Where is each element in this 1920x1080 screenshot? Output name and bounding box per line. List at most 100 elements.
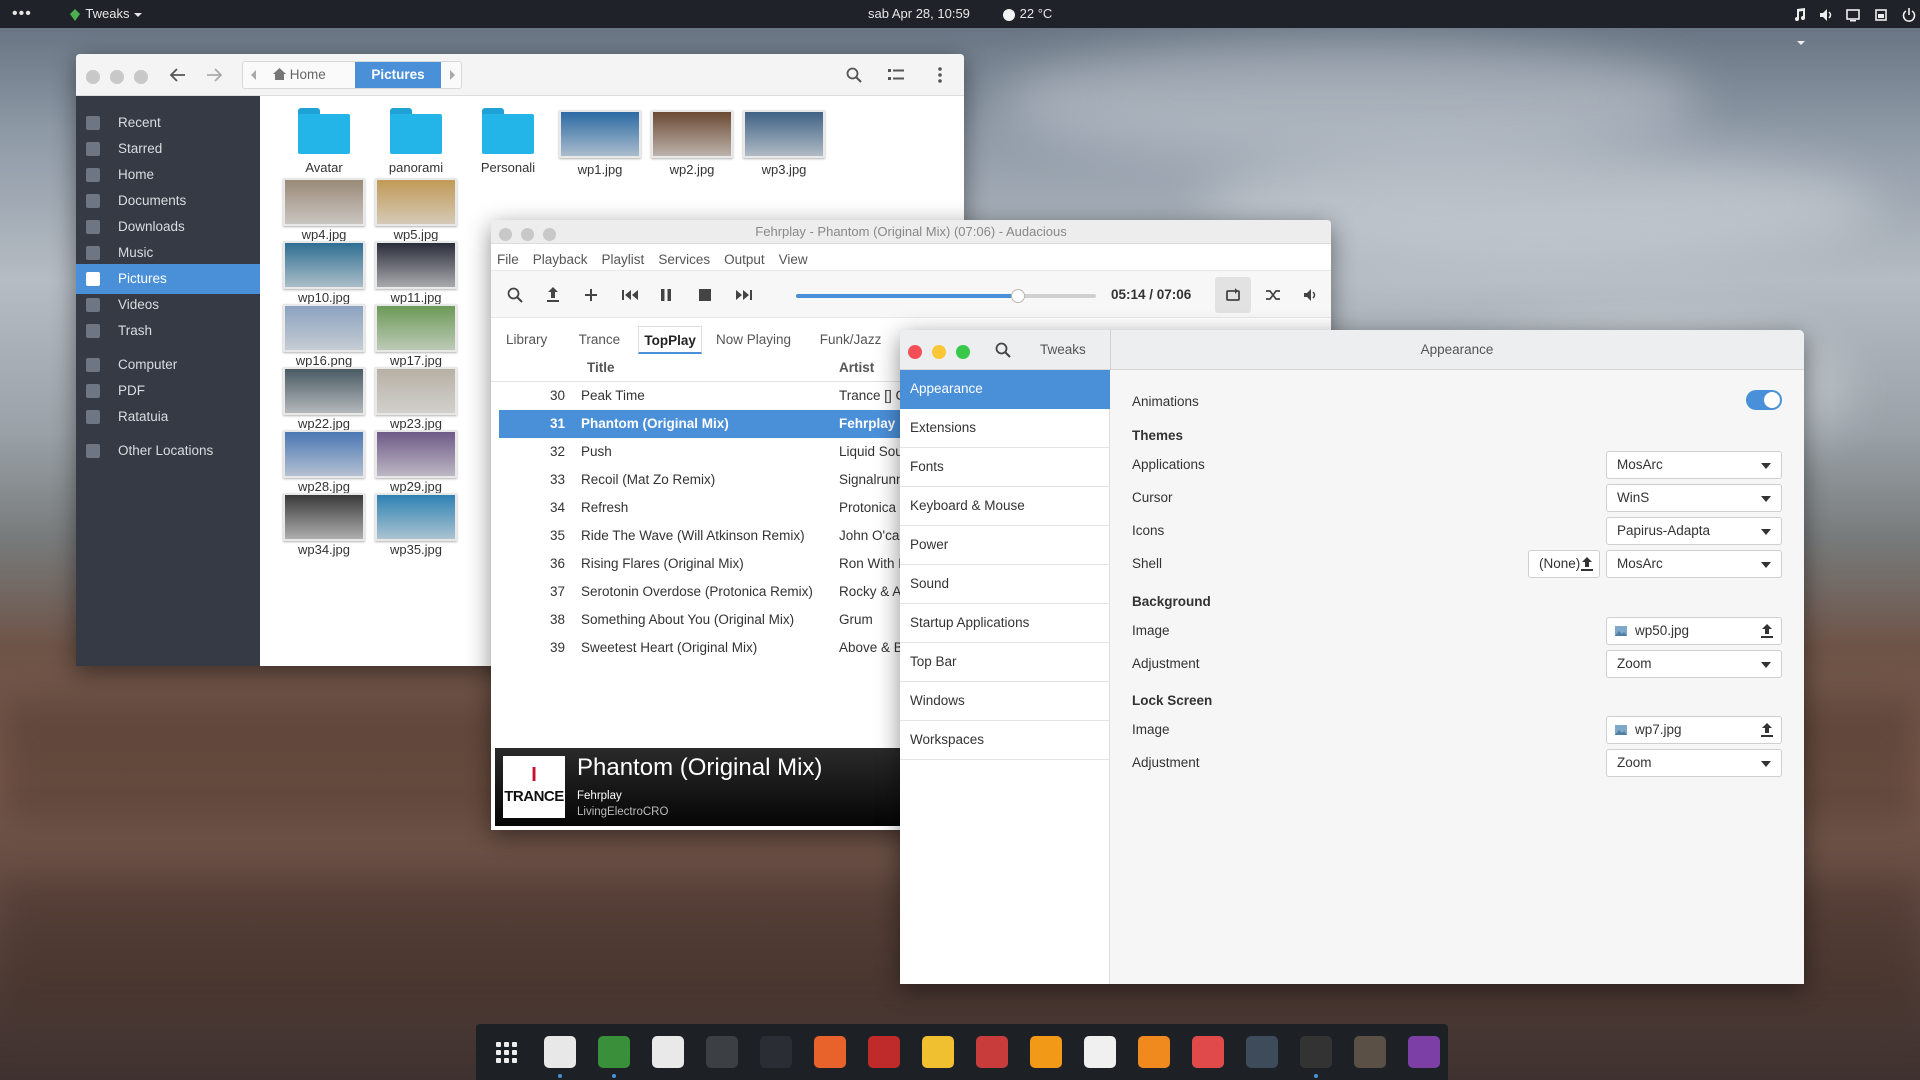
volume-icon[interactable]	[1303, 288, 1319, 302]
search-icon[interactable]	[507, 287, 523, 303]
image-item[interactable]: wp22.jpg	[274, 367, 374, 431]
clock[interactable]: sab Apr 28, 10:59	[868, 0, 970, 28]
image-item[interactable]: wp16.png	[274, 304, 374, 368]
maximize-button[interactable]	[133, 70, 148, 85]
sysmon-icon[interactable]	[706, 1036, 738, 1068]
playlist-row[interactable]: 31 Phantom (Original Mix) Fehrplay	[499, 410, 931, 438]
shell-combo[interactable]: MosArc	[1606, 550, 1782, 578]
image-item[interactable]: wp11.jpg	[366, 241, 466, 305]
tab-library[interactable]: Library	[501, 326, 552, 354]
activities-button[interactable]: •••	[12, 0, 32, 28]
sidebar-item-workspaces[interactable]: Workspaces	[900, 721, 1110, 760]
open-file-icon[interactable]	[545, 286, 561, 304]
gimp-icon[interactable]	[1354, 1036, 1386, 1068]
column-title[interactable]: Title	[587, 354, 615, 382]
filezilla-icon[interactable]	[868, 1036, 900, 1068]
seek-bar[interactable]	[796, 289, 1096, 303]
menu-view[interactable]: View	[779, 252, 808, 267]
sidebar-item-sound[interactable]: Sound	[900, 565, 1110, 604]
playlist-row[interactable]: 34 Refresh Protonica	[499, 494, 931, 522]
background-adjustment-combo[interactable]: Zoom	[1606, 650, 1782, 678]
playlist-row[interactable]: 35 Ride The Wave (Will Atkinson Remix) Joh…	[499, 522, 931, 550]
folder-item[interactable]: Avatar	[274, 108, 374, 175]
weather[interactable]: 22 °C	[1002, 0, 1052, 28]
sidebar-item-fonts[interactable]: Fonts	[900, 448, 1110, 487]
amazon-icon[interactable]	[1300, 1036, 1332, 1078]
breadcrumb-right-icon[interactable]	[450, 70, 455, 80]
cursor-combo[interactable]: WinS	[1606, 484, 1782, 512]
tweaks-icon[interactable]	[598, 1036, 630, 1078]
files-icon[interactable]	[544, 1036, 576, 1078]
image-item[interactable]: wp28.jpg	[274, 430, 374, 494]
video-player-icon[interactable]	[1408, 1036, 1440, 1068]
sidebar-item-trash[interactable]: Trash	[76, 316, 260, 346]
text-editor-icon[interactable]	[1084, 1036, 1116, 1068]
animations-switch[interactable]	[1746, 390, 1782, 410]
image-item[interactable]: wp5.jpg	[366, 178, 466, 242]
home-app-icon[interactable]	[1138, 1036, 1170, 1068]
repeat-button[interactable]	[1215, 277, 1251, 313]
maximize-button[interactable]	[955, 345, 970, 360]
menu-services[interactable]: Services	[658, 252, 710, 267]
column-artist[interactable]: Artist	[839, 354, 874, 382]
image-item[interactable]: wp29.jpg	[366, 430, 466, 494]
add-icon[interactable]	[583, 287, 599, 303]
image-item[interactable]: wp4.jpg	[274, 178, 374, 242]
menu-output[interactable]: Output	[724, 252, 765, 267]
close-button[interactable]	[86, 70, 100, 85]
image-item[interactable]: wp3.jpg	[734, 108, 834, 177]
menu-playback[interactable]: Playback	[533, 252, 588, 267]
pause-icon[interactable]	[659, 288, 673, 302]
playlist-row[interactable]: 36 Rising Flares (Original Mix) Ron With L	[499, 550, 931, 578]
shell-file-button[interactable]: (None)	[1528, 550, 1600, 578]
tab-topplay[interactable]: TopPlay	[638, 326, 702, 354]
breadcrumb-home[interactable]: Home	[273, 62, 326, 88]
playlist-row[interactable]: 32 Push Liquid Sou	[499, 438, 931, 466]
playlist-row[interactable]: 37 Serotonin Overdose (Protonica Remix) Ro…	[499, 578, 931, 606]
sidebar-item-other-locations[interactable]: Other Locations	[76, 436, 260, 466]
sidebar-item-extensions[interactable]: Extensions	[900, 409, 1110, 448]
minimize-button[interactable]	[109, 70, 124, 85]
sidebar-item-appearance[interactable]: Appearance	[900, 370, 1110, 409]
folder-item[interactable]: Personali	[458, 108, 558, 175]
icons-combo[interactable]: Papirus-Adapta	[1606, 517, 1782, 545]
sidebar-item-top-bar[interactable]: Top Bar	[900, 643, 1110, 682]
mail-icon[interactable]	[922, 1036, 954, 1068]
tab-trance[interactable]: Trance	[574, 326, 626, 354]
folder-item[interactable]: panorami	[366, 108, 466, 175]
image-item[interactable]: wp17.jpg	[366, 304, 466, 368]
minimize-button[interactable]	[931, 345, 946, 360]
tab-now-playing[interactable]: Now Playing	[711, 326, 796, 354]
image-item[interactable]: wp2.jpg	[642, 108, 742, 177]
app-menu[interactable]: Tweaks	[68, 0, 143, 28]
photos-icon[interactable]	[1192, 1036, 1224, 1068]
breadcrumb-left-icon[interactable]	[251, 70, 256, 80]
app-grid-icon[interactable]	[490, 1036, 522, 1068]
menu-file[interactable]: File	[497, 252, 519, 267]
playlist-row[interactable]: 40The Flame (Chris Drifter Remix)Simos T…	[499, 662, 931, 664]
seek-handle[interactable]	[1011, 289, 1025, 303]
background-image-button[interactable]: wp50.jpg	[1606, 617, 1782, 645]
transmission-icon[interactable]	[976, 1036, 1008, 1068]
tab-funk-jazz[interactable]: Funk/Jazz	[815, 326, 887, 354]
playlist-row[interactable]: 33 Recoil (Mat Zo Remix) Signalrunn	[499, 466, 931, 494]
lock-adjustment-combo[interactable]: Zoom	[1606, 749, 1782, 777]
previous-track-icon[interactable]	[621, 288, 639, 302]
image-item[interactable]: wp35.jpg	[366, 493, 466, 557]
calendar-icon[interactable]	[652, 1036, 684, 1068]
sidebar-item-startup-applications[interactable]: Startup Applications	[900, 604, 1110, 643]
close-button[interactable]	[908, 345, 922, 360]
playlist-row[interactable]: 38 Something About You (Original Mix) Grum	[499, 606, 931, 634]
stop-icon[interactable]	[699, 289, 711, 301]
sublime-icon[interactable]	[1030, 1036, 1062, 1068]
sidebar-item-windows[interactable]: Windows	[900, 682, 1110, 721]
image-item[interactable]: wp10.jpg	[274, 241, 374, 305]
search-icon[interactable]	[995, 342, 1011, 358]
breadcrumb-current[interactable]: Pictures	[355, 62, 441, 88]
view-list-icon[interactable]	[888, 68, 904, 82]
terminal-icon[interactable]	[760, 1036, 792, 1068]
back-arrow-icon[interactable]	[170, 68, 186, 82]
playlist-row[interactable]: 30 Peak Time Trance [] C	[499, 382, 931, 410]
applications-combo[interactable]: MosArc	[1606, 451, 1782, 479]
forward-arrow-icon[interactable]	[206, 68, 222, 82]
